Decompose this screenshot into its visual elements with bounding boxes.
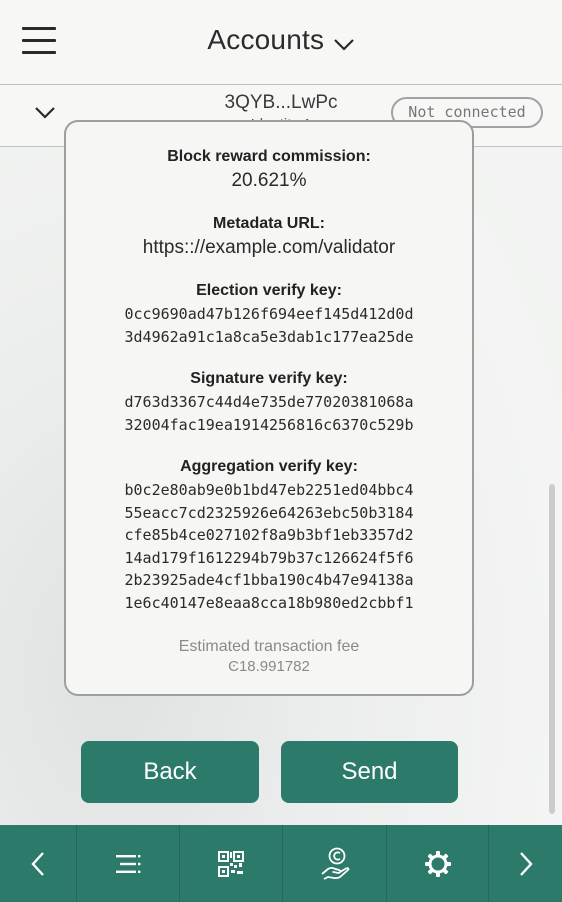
transactions-list-icon <box>116 854 141 873</box>
chevron-down-icon <box>333 38 354 51</box>
aggregation-key-line: 1e6c40147e8eaa8cca18b980ed2cbbf1 <box>124 593 414 612</box>
page-title: Accounts <box>207 24 325 55</box>
signature-key-label: Signature verify key: <box>190 370 348 387</box>
metadata-field: Metadata URL: https:://example.com/valid… <box>66 215 472 259</box>
signature-key-line: 32004fac19ea1914256816c6370c529b <box>124 415 414 434</box>
election-key-line: 3d4962a91c1a8ca5e3dab1c177ea25de <box>124 327 414 346</box>
settings-gear-icon <box>424 850 451 877</box>
aggregation-key-field: Aggregation verify key: b0c2e80ab9e0b1bd… <box>66 458 472 614</box>
fee-label: Estimated transaction fee <box>178 638 360 655</box>
aggregation-key-label: Aggregation verify key: <box>180 458 358 475</box>
qr-code-icon <box>218 850 244 877</box>
commission-field: Block reward commission: 20.621% <box>66 148 472 192</box>
aggregation-key-line: 55eacc7cd2325926e64263ebc50b3184 <box>124 503 414 522</box>
chevron-left-icon <box>31 851 44 876</box>
nav-next[interactable] <box>489 825 562 902</box>
aggregation-key-line: b0c2e80ab9e0b1bd47eb2251ed04bbc4 <box>124 481 414 499</box>
election-key-label: Election verify key: <box>196 282 342 299</box>
transaction-details-card: Block reward commission: 20.621% Metadat… <box>64 120 474 696</box>
nav-qr[interactable] <box>180 825 282 902</box>
commission-label: Block reward commission: <box>167 148 371 165</box>
signature-key-line: d763d3367c44d4e735de77020381068a <box>124 393 414 411</box>
nav-transactions[interactable] <box>77 825 179 902</box>
back-button[interactable]: Back <box>81 741 259 803</box>
signature-key-field: Signature verify key: d763d3367c44d4e735… <box>66 370 472 436</box>
scrollbar[interactable] <box>549 484 555 814</box>
bottom-navigation <box>0 825 562 902</box>
election-key-line: 0cc9690ad47b126f694eef145d412d0d <box>124 305 414 323</box>
metadata-value: https:://example.com/validator <box>142 237 396 258</box>
election-key-field: Election verify key: 0cc9690ad47b126f694… <box>66 282 472 348</box>
nav-previous[interactable] <box>0 825 76 902</box>
fee-field: Estimated transaction fee Ͼ18.991782 <box>66 638 472 675</box>
metadata-label: Metadata URL: <box>212 215 325 232</box>
app-header: Accounts <box>0 0 562 85</box>
fee-value: Ͼ18.991782 <box>228 658 310 675</box>
page-title-dropdown[interactable]: Accounts <box>0 24 562 56</box>
aggregation-key-line: 14ad179f1612294b79b37c126624f5f6 <box>124 548 414 567</box>
aggregation-key-line: 2b23925ade4cf1bba190c4b47e94138a <box>124 571 414 589</box>
chevron-right-icon <box>519 851 533 876</box>
send-button[interactable]: Send <box>281 741 458 803</box>
nav-staking[interactable] <box>283 825 386 902</box>
commission-value: 20.621% <box>231 170 307 191</box>
nav-settings[interactable] <box>387 825 488 902</box>
staking-hand-icon <box>320 847 349 880</box>
aggregation-key-line: cfe85b4ce027102f8a9b3bf1eb3357d2 <box>124 526 414 544</box>
